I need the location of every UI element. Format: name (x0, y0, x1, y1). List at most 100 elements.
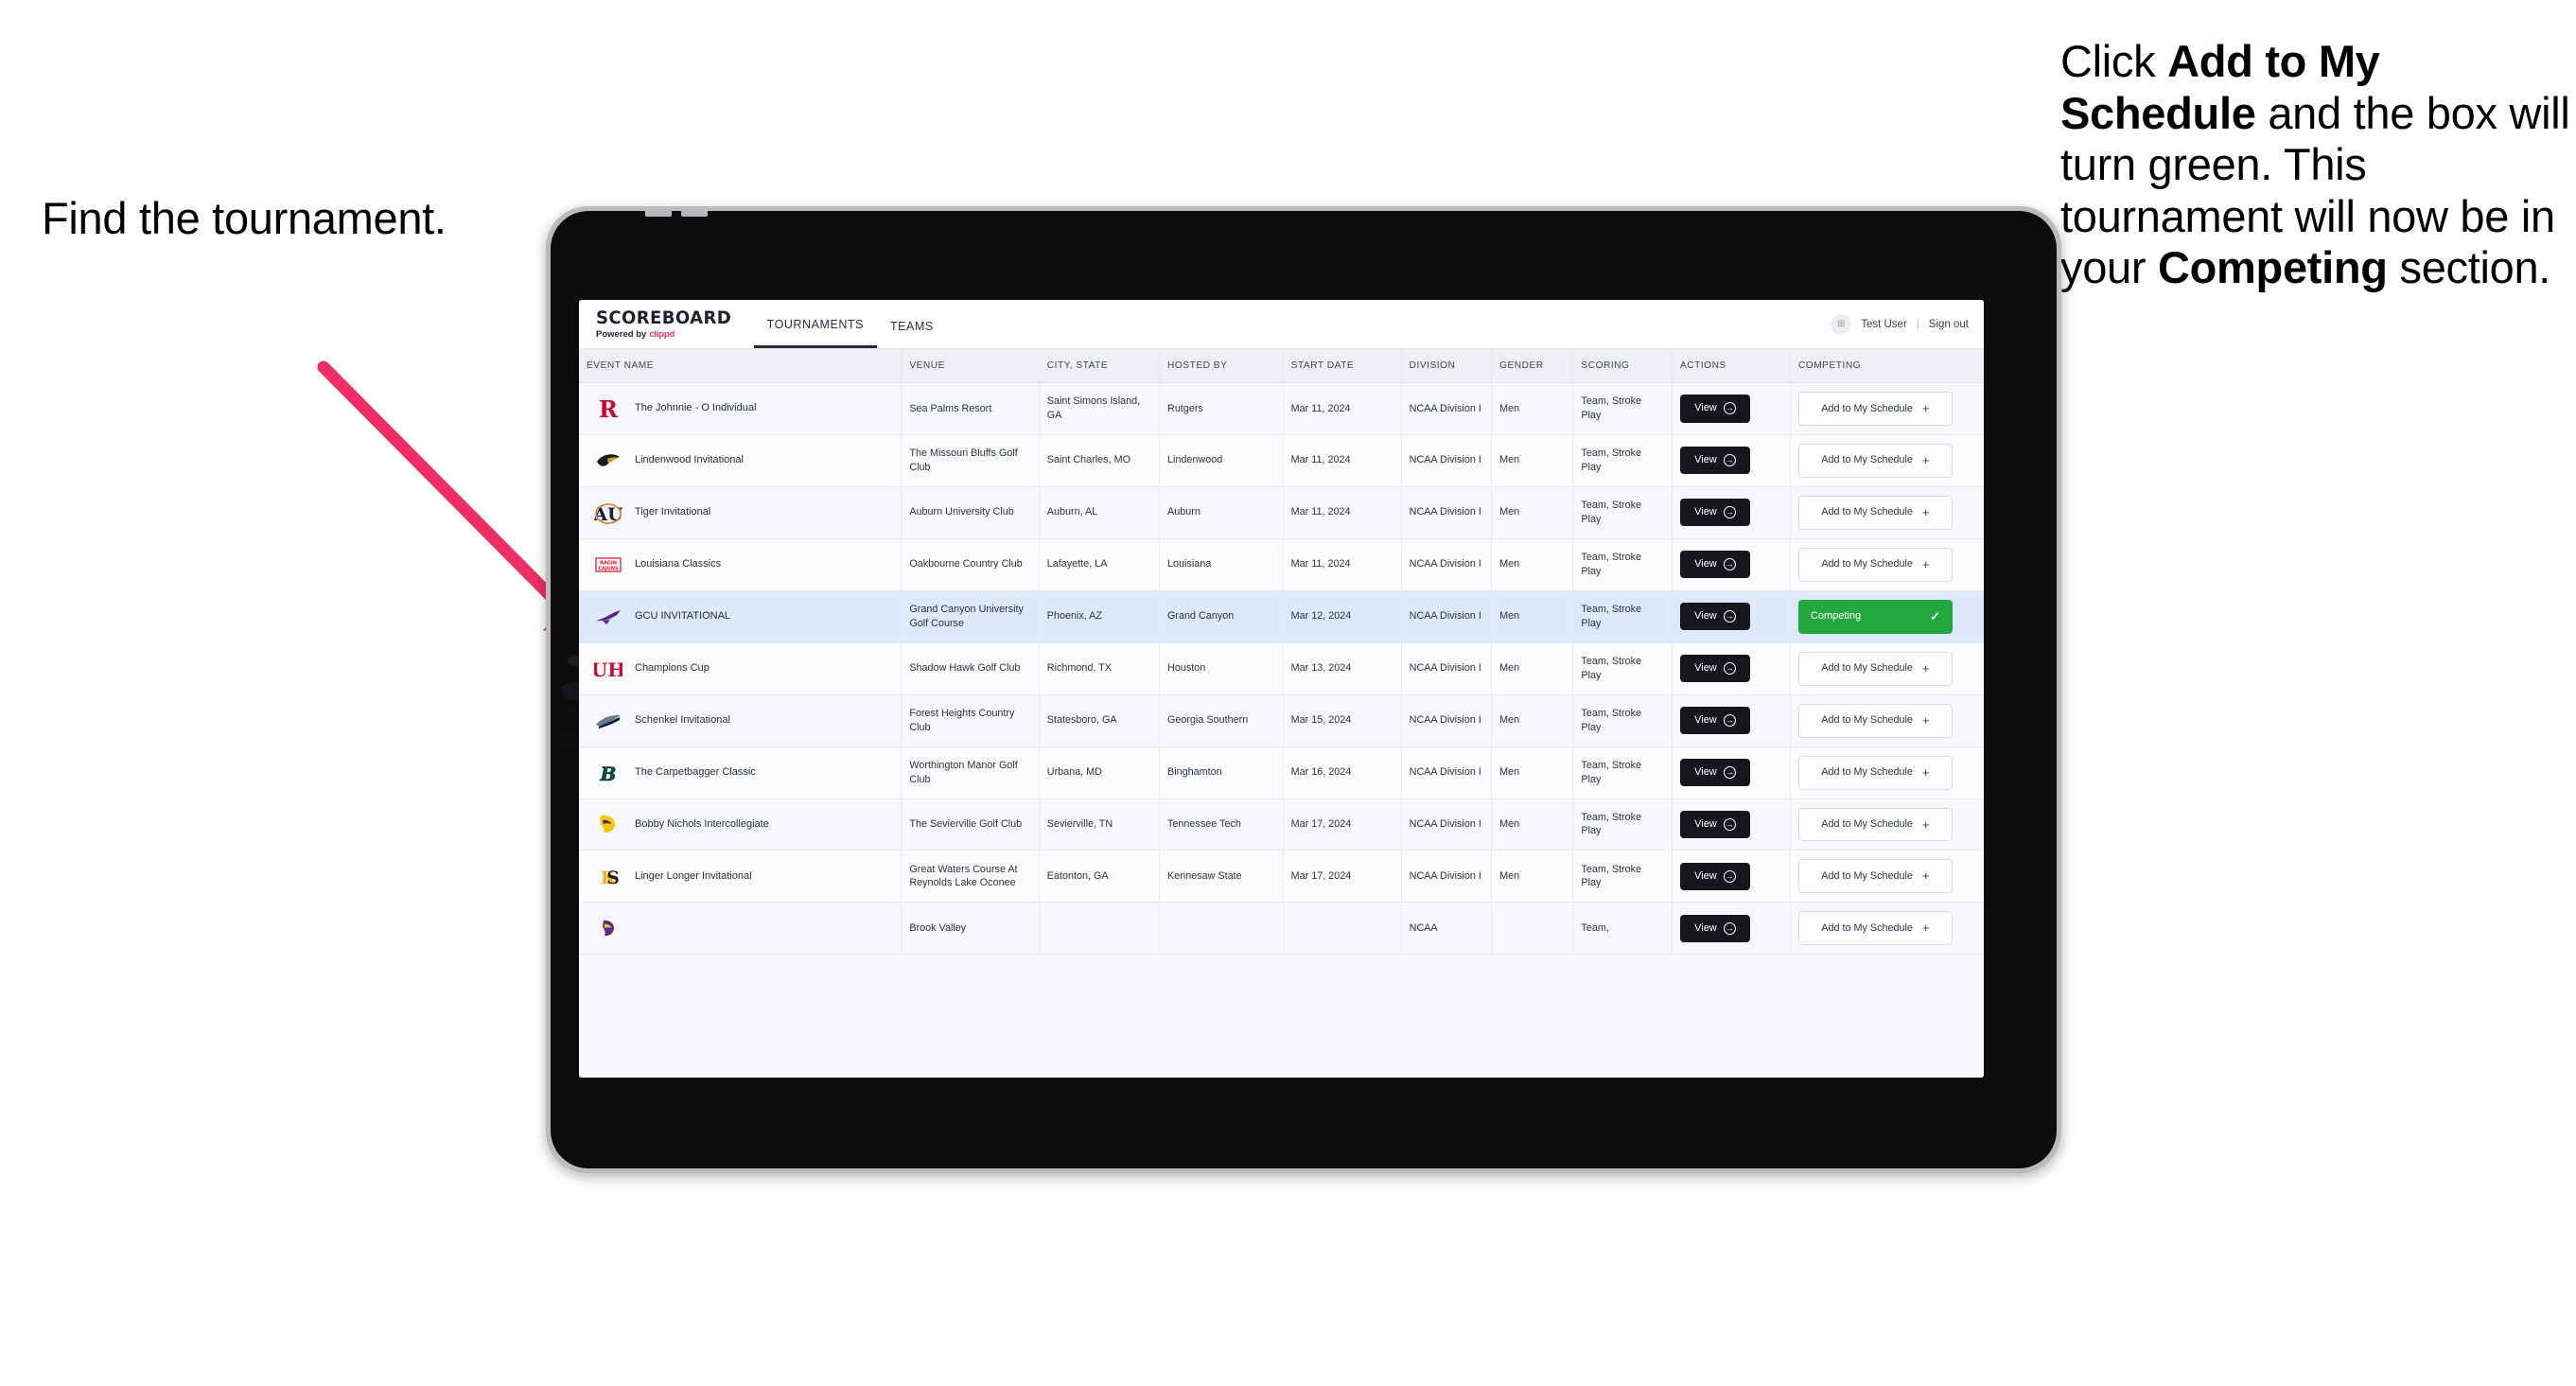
cell-actions: View → (1672, 798, 1791, 851)
cell-competing: Add to My Schedule + (1790, 642, 1984, 695)
cell-division: NCAA Division I (1401, 850, 1493, 904)
view-button-label: View (1694, 662, 1717, 675)
view-button[interactable]: View → (1679, 810, 1750, 839)
add-to-my-schedule-button[interactable]: Add to My Schedule + (1797, 392, 1953, 426)
arrow-right-circle-icon: → (1723, 869, 1736, 883)
table-row[interactable]: Brook Valley NCAA Team, View → Add to My S… (579, 902, 1984, 956)
col-division[interactable]: DIVISION (1401, 349, 1493, 383)
add-to-my-schedule-button[interactable]: Add to My Schedule + (1797, 703, 1953, 738)
table-row[interactable]: Bobby Nichols Intercollegiate The Sevier… (579, 798, 1984, 851)
view-button-label: View (1694, 558, 1717, 570)
arrow-right-circle-icon: → (1723, 402, 1736, 415)
cell-actions: View → (1672, 902, 1791, 956)
col-hosted-by[interactable]: HOSTED BY (1159, 349, 1284, 383)
table-row[interactable]: AU Tiger Invitational Auburn University … (579, 486, 1984, 539)
view-button[interactable]: View → (1679, 758, 1750, 787)
col-gender[interactable]: GENDER (1491, 349, 1574, 383)
add-to-my-schedule-button[interactable]: Add to My Schedule + (1797, 547, 1953, 582)
app-header: SCOREBOARD Powered by clippd TOURNAMENTS… (579, 300, 1984, 349)
view-button[interactable]: View → (1679, 707, 1750, 735)
arrow-right-circle-icon: → (1723, 766, 1736, 780)
view-button[interactable]: View → (1679, 655, 1750, 683)
view-button[interactable]: View → (1679, 862, 1750, 890)
volume-down-button[interactable] (681, 211, 708, 217)
cell-start-date: Mar 17, 2024 (1283, 798, 1402, 851)
event-name-label: Champions Cup (635, 662, 710, 675)
view-button-label: View (1694, 402, 1717, 414)
cell-scoring: Team, Stroke Play (1572, 798, 1673, 851)
brand-logo[interactable]: SCOREBOARD Powered by clippd (579, 300, 754, 348)
event-name-label: The Carpetbagger Classic (635, 765, 756, 778)
add-to-my-schedule-button[interactable]: Add to My Schedule + (1797, 651, 1953, 686)
cell-actions: View → (1672, 642, 1791, 695)
cell-venue: Forest Heights Country Club (901, 694, 1040, 747)
volume-up-button[interactable] (645, 211, 672, 217)
cell-scoring: Team, Stroke Play (1572, 382, 1673, 435)
competing-status-button[interactable]: Competing ✓ (1797, 599, 1953, 634)
add-to-my-schedule-button[interactable]: Add to My Schedule + (1797, 859, 1953, 894)
tournaments-table: EVENT NAME VENUE CITY, STATE HOSTED BY S… (579, 349, 1984, 956)
annotation-text: section. (2387, 242, 2551, 293)
table-header: EVENT NAME VENUE CITY, STATE HOSTED BY S… (579, 349, 1984, 383)
tablet-device: SCOREBOARD Powered by clippd TOURNAMENTS… (546, 206, 2061, 1173)
cell-scoring: Team, Stroke Play (1572, 850, 1673, 904)
svg-text:S: S (606, 868, 620, 888)
table-row[interactable]: RAGIN CAJUNS Louisiana Classics Oakbourn… (579, 538, 1984, 591)
table-row[interactable]: GCU INVITATIONAL Grand Canyon University… (579, 590, 1984, 643)
add-to-my-schedule-button[interactable]: Add to My Schedule + (1797, 911, 1953, 946)
table-row[interactable]: UH Champions Cup Shadow Hawk Golf Club Ri… (579, 642, 1984, 695)
view-button[interactable]: View → (1679, 551, 1750, 579)
cell-competing: Add to My Schedule + (1790, 486, 1984, 539)
event-name-label: Linger Longer Invitational (635, 869, 752, 882)
table-row[interactable]: R The Johnnie - O Individual Sea Palms R… (579, 382, 1984, 435)
col-start-date[interactable]: START DATE (1283, 349, 1402, 383)
add-to-my-schedule-button[interactable]: Add to My Schedule + (1797, 807, 1953, 842)
gcu-logo (594, 605, 622, 629)
plus-icon: + (1921, 660, 1930, 675)
cell-competing: Add to My Schedule + (1790, 902, 1984, 956)
tab-teams[interactable]: TEAMS (877, 304, 947, 348)
col-scoring[interactable]: SCORING (1572, 349, 1673, 383)
view-button[interactable]: View → (1679, 447, 1750, 475)
table-row[interactable]: K S Linger Longer Invitational Great Wat… (579, 850, 1984, 904)
cell-scoring: Team, (1572, 902, 1673, 956)
cell-scoring: Team, Stroke Play (1572, 642, 1673, 695)
table-row[interactable]: Schenkel Invitational Forest Heights Cou… (579, 694, 1984, 747)
view-button[interactable]: View → (1679, 603, 1750, 631)
louisiana-logo: RAGIN CAJUNS (594, 553, 622, 577)
arrow-right-circle-icon: → (1723, 921, 1736, 935)
col-venue[interactable]: VENUE (901, 349, 1040, 383)
check-icon: ✓ (1930, 608, 1940, 623)
add-to-my-schedule-button[interactable]: Add to My Schedule + (1797, 443, 1953, 478)
col-event-name[interactable]: EVENT NAME (579, 349, 902, 383)
user-name[interactable]: Test User (1861, 319, 1907, 330)
cell-city-state: Statesboro, GA (1039, 694, 1161, 747)
add-to-my-schedule-button[interactable]: Add to My Schedule + (1797, 495, 1953, 530)
annotation-right: Click Add to My Schedule and the box wil… (2060, 36, 2576, 294)
sign-out-link[interactable]: Sign out (1929, 319, 1969, 330)
cell-actions: View → (1672, 850, 1791, 904)
add-to-my-schedule-label: Add to My Schedule (1821, 662, 1913, 675)
cell-city-state: Saint Charles, MO (1039, 434, 1161, 487)
cell-scoring: Team, Stroke Play (1572, 486, 1673, 539)
view-button[interactable]: View → (1679, 395, 1750, 423)
cell-event-name: R The Johnnie - O Individual (579, 382, 902, 435)
table-row[interactable]: B B The Carpetbagger Classic Worthington… (579, 746, 1984, 799)
add-to-my-schedule-button[interactable]: Add to My Schedule + (1797, 755, 1953, 790)
view-button[interactable]: View → (1679, 914, 1750, 942)
cell-city-state (1039, 902, 1161, 956)
add-to-my-schedule-label: Add to My Schedule (1821, 558, 1913, 570)
view-button-label: View (1694, 610, 1717, 623)
cell-event-name: Lindenwood Invitational (579, 434, 902, 487)
cell-hosted-by: Kennesaw State (1159, 850, 1284, 904)
table-row[interactable]: Lindenwood Invitational The Missouri Blu… (579, 434, 1984, 487)
cell-venue: Worthington Manor Golf Club (901, 746, 1040, 799)
user-menu: ⊞ Test User | Sign out (1831, 300, 1984, 348)
tab-tournaments[interactable]: TOURNAMENTS (753, 304, 877, 348)
col-city-state[interactable]: CITY, STATE (1039, 349, 1161, 383)
view-button[interactable]: View → (1679, 499, 1750, 527)
cell-scoring: Team, Stroke Play (1572, 538, 1673, 591)
avatar[interactable]: ⊞ (1831, 313, 1852, 335)
add-to-my-schedule-label: Add to My Schedule (1821, 506, 1913, 518)
tournaments-table-scroll[interactable]: EVENT NAME VENUE CITY, STATE HOSTED BY S… (579, 349, 1984, 1078)
